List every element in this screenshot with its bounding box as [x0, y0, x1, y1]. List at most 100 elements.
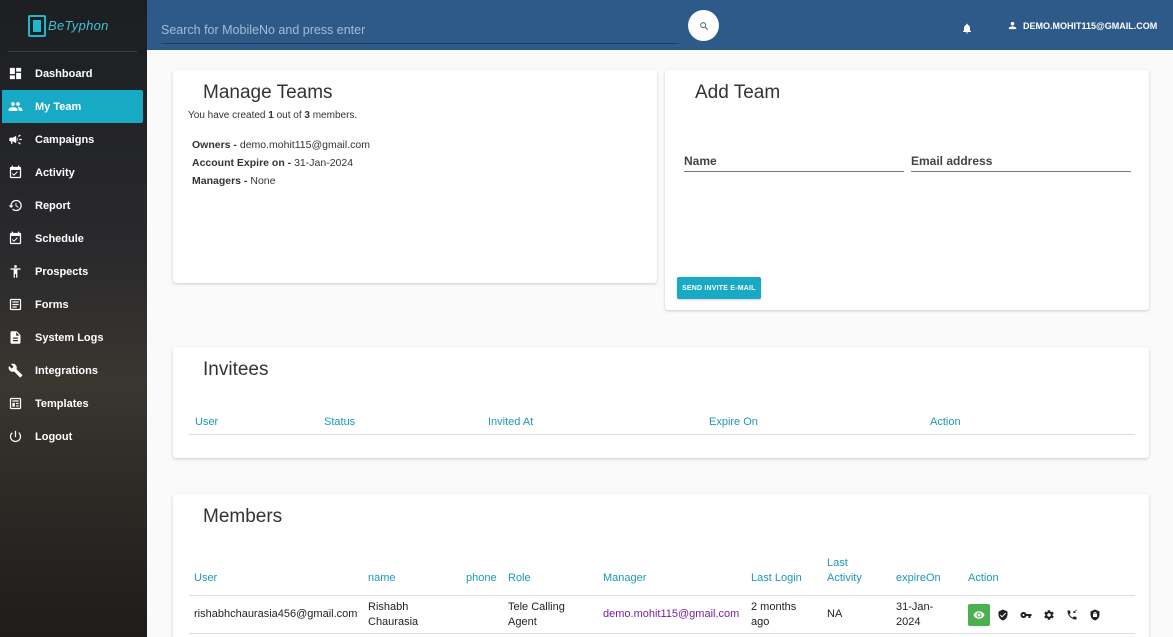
sidebar-item-prospects[interactable]: Prospects: [0, 255, 143, 288]
invitees-card: Invitees User Status Invited At Expire O…: [173, 347, 1149, 458]
sidebar-item-label: System Logs: [35, 331, 104, 344]
summary-suffix: members.: [309, 110, 358, 121]
column-header[interactable]: phone: [466, 571, 497, 586]
invitees-title: Invitees: [203, 359, 269, 380]
sidebar-item-label: Prospects: [35, 265, 89, 278]
shield-lock-icon: [1090, 609, 1100, 621]
form-icon: [9, 298, 22, 311]
top-bar: DEMO.MOHIT115@GMAIL.COM: [147, 0, 1173, 50]
summary-middle: out of: [273, 110, 305, 121]
sidebar-item-schedule[interactable]: Schedule: [0, 222, 143, 255]
logo-text: BeTyphon: [48, 18, 109, 33]
owners-label: Owners -: [192, 139, 240, 151]
sidebar-item-label: Templates: [35, 397, 89, 410]
sidebar-item-integrations[interactable]: Integrations: [0, 354, 143, 387]
column-header[interactable]: Status: [324, 416, 355, 428]
settings-button[interactable]: [1042, 608, 1056, 622]
members-created-summary: You have created 1 out of 3 members.: [188, 110, 357, 121]
wrench-icon: [8, 363, 23, 378]
permissions-button[interactable]: [1088, 608, 1102, 622]
sidebar-item-label: Dashboard: [35, 67, 93, 80]
person-icon: [10, 265, 21, 278]
column-header[interactable]: User: [195, 416, 218, 428]
row-actions: [968, 604, 1111, 626]
manage-teams-title: Manage Teams: [203, 82, 333, 103]
search-input[interactable]: [161, 16, 679, 44]
owners-value: demo.mohit115@gmail.com: [239, 139, 370, 151]
sidebar-item-label: Report: [35, 199, 71, 212]
sidebar-item-templates[interactable]: Templates: [0, 387, 143, 420]
template-icon: [9, 397, 22, 410]
expire-line: Account Expire on - 31-Jan-2024: [192, 154, 370, 172]
user-email: DEMO.MOHIT115@GMAIL.COM: [1023, 20, 1158, 31]
phone-missed-icon: [1067, 609, 1077, 620]
member-last-login: 2 months ago: [751, 601, 797, 628]
sidebar-item-campaigns[interactable]: Campaigns: [0, 123, 143, 156]
add-team-title: Add Team: [695, 82, 781, 103]
name-input[interactable]: [684, 150, 904, 168]
member-manager[interactable]: demo.mohit115@gmail.com: [603, 607, 739, 622]
sidebar-item-activity[interactable]: Activity: [0, 156, 143, 189]
team-info: Owners - demo.mohit115@gmail.com Account…: [192, 136, 370, 190]
key-button[interactable]: [1019, 608, 1033, 622]
gear-icon: [1044, 610, 1054, 620]
sidebar: BeTyphon Dashboard My Team Campaigns Act…: [0, 0, 147, 637]
name-field: [684, 150, 904, 172]
sidebar-item-label: Forms: [35, 298, 69, 311]
email-field: [911, 150, 1131, 172]
send-invite-button[interactable]: SEND INVITE E-MAIL: [677, 277, 761, 299]
brand-logo[interactable]: BeTyphon: [8, 0, 137, 52]
manage-teams-card: Manage Teams You have created 1 out of 3…: [173, 70, 657, 283]
member-last-activity: NA: [827, 608, 843, 620]
user-icon: [1008, 21, 1017, 30]
managers-label: Managers -: [192, 175, 251, 187]
sidebar-item-label: Logout: [35, 430, 73, 443]
sidebar-item-dashboard[interactable]: Dashboard: [0, 57, 143, 90]
sidebar-item-label: Activity: [35, 166, 75, 179]
member-user: rishabhchaurasia456@gmail.com: [194, 608, 358, 620]
members-table: User name phone Role Manager Last Login …: [189, 556, 1135, 634]
column-header[interactable]: Last Login: [751, 571, 802, 586]
history-icon: [8, 199, 22, 212]
logo-icon: [28, 14, 46, 37]
sidebar-item-forms[interactable]: Forms: [0, 288, 143, 321]
user-menu[interactable]: DEMO.MOHIT115@GMAIL.COM: [1007, 20, 1157, 31]
invitees-table-header: User Status Invited At Expire On Action: [189, 411, 1135, 435]
megaphone-icon: [9, 134, 22, 145]
table-row[interactable]: rishabhchaurasia456@gmail.com Rishabh Ch…: [189, 596, 1135, 634]
email-input[interactable]: [911, 150, 1131, 168]
expire-value: 31-Jan-2024: [294, 157, 354, 169]
column-header[interactable]: name: [368, 571, 396, 586]
column-header[interactable]: Invited At: [488, 416, 533, 428]
column-header[interactable]: Last Activity: [827, 556, 875, 586]
managers-value: None: [250, 175, 276, 187]
call-log-button[interactable]: [1065, 608, 1079, 622]
member-name: Rishabh Chaurasia: [368, 601, 419, 628]
notification-bell-icon[interactable]: [961, 22, 973, 35]
shield-check-icon: [998, 609, 1008, 621]
column-header[interactable]: Manager: [603, 571, 646, 586]
sidebar-item-logout[interactable]: Logout: [0, 420, 143, 453]
eye-icon: [973, 611, 985, 619]
people-icon: [8, 102, 23, 111]
sidebar-item-system-logs[interactable]: System Logs: [0, 321, 143, 354]
sidebar-item-my-team[interactable]: My Team: [2, 90, 143, 123]
members-table-header: User name phone Role Manager Last Login …: [189, 556, 1135, 596]
key-icon: [1020, 612, 1032, 618]
sidebar-nav: Dashboard My Team Campaigns Activity Rep…: [0, 57, 147, 453]
column-header[interactable]: expireOn: [896, 571, 941, 586]
expire-label: Account Expire on -: [192, 157, 295, 169]
column-header[interactable]: Role: [508, 571, 531, 586]
power-icon: [9, 430, 22, 443]
summary-prefix: You have created: [188, 110, 269, 121]
document-icon: [10, 331, 21, 344]
verify-button[interactable]: [996, 608, 1010, 622]
column-header: Action: [930, 416, 961, 428]
column-header[interactable]: Expire On: [709, 416, 758, 428]
member-expire-on: 31-Jan-2024: [896, 601, 934, 628]
column-header[interactable]: User: [194, 571, 217, 586]
view-button[interactable]: [968, 604, 990, 626]
search-button[interactable]: [688, 10, 719, 41]
sidebar-item-report[interactable]: Report: [0, 189, 143, 222]
sidebar-item-label: My Team: [35, 100, 82, 113]
